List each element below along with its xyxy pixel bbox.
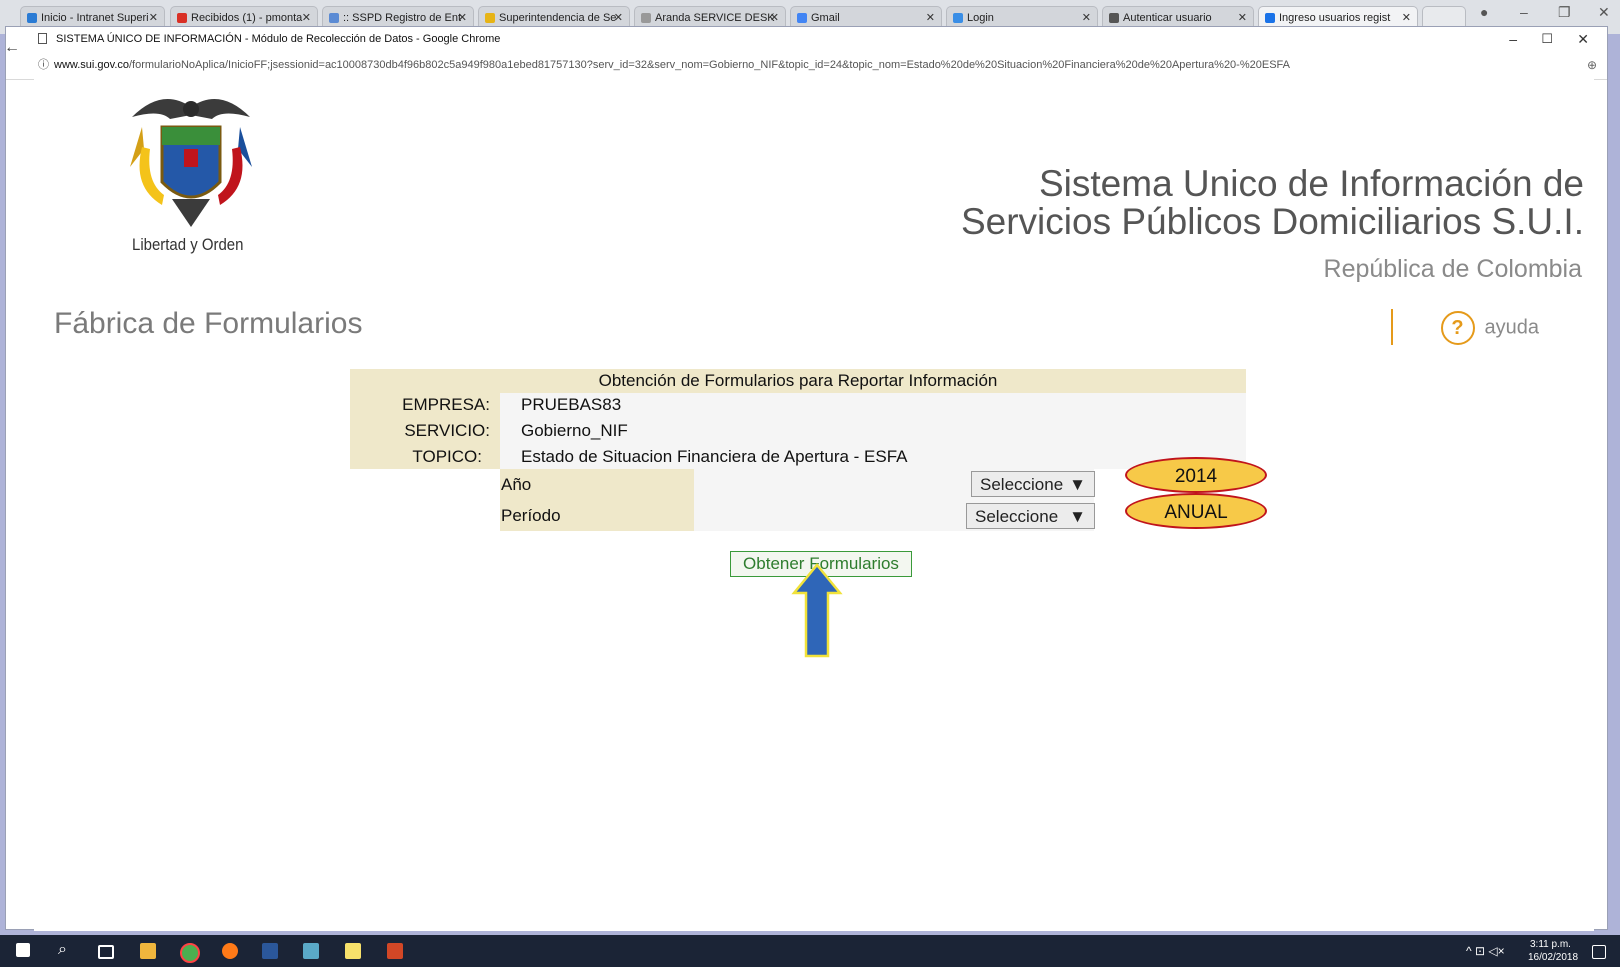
taskbar-date: 16/02/2018	[1528, 952, 1579, 963]
motto-text: Libertad y Orden	[132, 235, 244, 254]
restore-icon[interactable]: ❐	[1558, 4, 1571, 21]
file-explorer-icon[interactable]	[140, 943, 156, 959]
system-title: Sistema Unico de Información de Servicio…	[961, 165, 1584, 241]
servicio-value: Gobierno_NIF	[521, 421, 628, 440]
url-path: /formularioNoAplica/InicioFF;jsessionid=…	[129, 59, 1290, 71]
word-icon[interactable]	[262, 943, 278, 959]
form-heading: Obtención de Formularios para Reportar I…	[350, 369, 1246, 393]
page-title: Fábrica de Formularios	[54, 307, 363, 340]
anio-select[interactable]: Seleccione ▼	[971, 471, 1095, 497]
windows-taskbar: ⌕ ^ ⊡ ◁× 3:11 p.m. 16/02/2018	[0, 935, 1620, 967]
minimize-icon[interactable]: –	[1520, 4, 1528, 20]
inner-window-titlebar: SISTEMA ÚNICO DE INFORMACIÓN - Módulo de…	[6, 27, 1607, 52]
app-icon[interactable]	[303, 943, 319, 959]
up-arrow-annotation-icon	[791, 563, 843, 658]
firefox-icon[interactable]	[222, 943, 238, 959]
close-window-icon[interactable]: ✕	[1598, 4, 1610, 21]
close-window-icon[interactable]: ✕	[1577, 27, 1589, 51]
country-text: República de Colombia	[1323, 255, 1582, 283]
inner-browser-window: SISTEMA ÚNICO DE INFORMACIÓN - Módulo de…	[4, 26, 1608, 931]
tab-favicon-icon	[797, 13, 807, 23]
sticky-notes-icon[interactable]	[345, 943, 361, 959]
tab-favicon-icon	[329, 13, 339, 23]
topico-value: Estado de Situacion Financiera de Apertu…	[521, 447, 908, 466]
tab-favicon-icon	[1265, 13, 1275, 23]
tab-favicon-icon	[953, 13, 963, 23]
help-label: ayuda	[1484, 316, 1540, 339]
minimize-icon[interactable]: –	[1509, 27, 1517, 51]
servicio-label: SERVICIO:	[404, 421, 490, 440]
windows-start-icon[interactable]	[16, 943, 30, 957]
tab-favicon-icon	[177, 13, 187, 23]
separator	[1391, 309, 1393, 345]
address-bar[interactable]: ⓘ www.sui.gov.co/formularioNoAplica/Inic…	[6, 51, 1607, 80]
info-icon[interactable]: ⓘ	[38, 51, 49, 79]
empresa-value: PRUEBAS83	[521, 395, 622, 414]
tab-favicon-icon	[485, 13, 495, 23]
periodo-select[interactable]: Seleccione ▼	[966, 503, 1095, 529]
maximize-icon[interactable]: ☐	[1541, 27, 1553, 51]
coat-of-arms-logo	[130, 99, 252, 227]
help-icon: ?	[1440, 311, 1475, 345]
help-link[interactable]: ? ayuda	[1440, 311, 1540, 345]
inner-window-title: SISTEMA ÚNICO DE INFORMACIÓN - Módulo de…	[56, 33, 501, 45]
empresa-label: EMPRESA:	[402, 395, 490, 414]
url-host: www.sui.gov.co	[54, 59, 129, 71]
anio-annotation-badge: 2014	[1125, 457, 1267, 493]
powerpoint-icon[interactable]	[387, 943, 403, 959]
system-title-line1: Sistema Unico de Información de	[1039, 163, 1584, 204]
page-icon	[38, 33, 47, 44]
page-content: Libertad y Orden Sistema Unico de Inform…	[34, 79, 1594, 931]
dropdown-arrow-icon: ▼	[1069, 507, 1086, 526]
taskbar-time: 3:11 p.m.	[1530, 939, 1571, 950]
system-title-line2: Servicios Públicos Domiciliarios S.U.I.	[960, 201, 1584, 242]
anio-label: Año	[501, 475, 532, 494]
topico-label: TOPICO:	[412, 447, 482, 466]
notifications-icon[interactable]	[1592, 945, 1606, 959]
periodo-label: Período	[501, 506, 561, 525]
chrome-icon[interactable]	[180, 943, 200, 963]
tray-icons[interactable]: ^ ⊡ ◁×	[1466, 944, 1505, 958]
zoom-icon[interactable]: ⊕	[1587, 51, 1597, 79]
periodo-annotation-badge: ANUAL	[1125, 493, 1267, 529]
dropdown-arrow-icon: ▼	[1069, 475, 1086, 494]
tab-favicon-icon	[1109, 13, 1119, 23]
search-icon[interactable]: ⌕	[58, 941, 67, 959]
profile-icon[interactable]: ●	[1480, 4, 1488, 20]
tab-favicon-icon	[641, 13, 651, 23]
task-view-icon[interactable]	[98, 945, 114, 959]
tab-favicon-icon	[27, 13, 37, 23]
